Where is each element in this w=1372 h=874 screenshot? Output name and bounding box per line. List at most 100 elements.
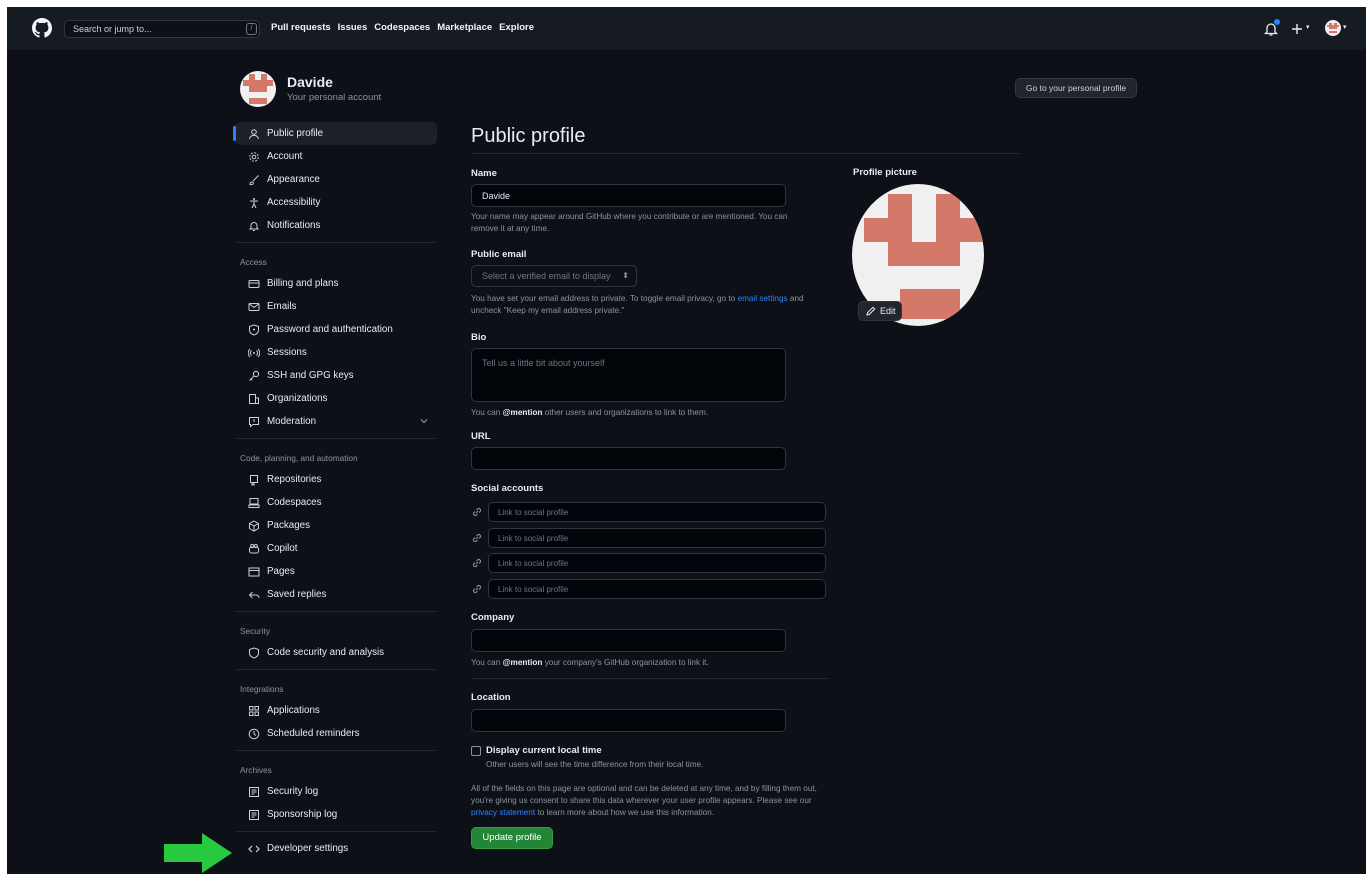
sidebar-item-organizations[interactable]: Organizations <box>235 387 437 410</box>
nav-marketplace[interactable]: Marketplace <box>437 22 492 33</box>
account-subtitle: Your personal account <box>287 92 382 103</box>
codespaces-icon <box>248 497 260 509</box>
social-account-row <box>471 579 826 599</box>
search-input[interactable]: Search or jump to... / <box>64 20 260 38</box>
update-profile-button[interactable]: Update profile <box>471 827 553 849</box>
log-icon <box>248 809 260 821</box>
sidebar-item-saved-replies[interactable]: Saved replies <box>235 583 437 606</box>
sidebar-item-security-log[interactable]: Security log <box>235 780 437 803</box>
sidebar-item-label: Codespaces <box>267 497 322 508</box>
sidebar-item-account[interactable]: Account <box>235 145 437 168</box>
bio-label: Bio <box>471 332 487 343</box>
social-profile-input[interactable] <box>488 553 826 573</box>
name-input[interactable] <box>471 184 786 207</box>
display-local-time-checkbox[interactable] <box>471 746 481 756</box>
sidebar-item-appearance[interactable]: Appearance <box>235 168 437 191</box>
sidebar-item-billing[interactable]: Billing and plans <box>235 272 437 295</box>
sidebar-item-pages[interactable]: Pages <box>235 560 437 583</box>
paintbrush-icon <box>248 174 260 186</box>
sidebar-item-packages[interactable]: Packages <box>235 514 437 537</box>
name-help: Your name may appear around GitHub where… <box>471 212 788 233</box>
social-profile-input[interactable] <box>488 502 826 522</box>
sidebar-item-label: Security log <box>267 786 319 797</box>
sidebar-item-label: SSH and GPG keys <box>267 370 354 381</box>
edit-picture-button[interactable]: Edit <box>858 301 902 321</box>
bio-textarea[interactable] <box>471 348 786 402</box>
sidebar-group-code: Code, planning, and automation <box>240 453 358 463</box>
social-profile-input[interactable] <box>488 579 826 599</box>
privacy-statement-link[interactable]: privacy statement <box>471 808 535 817</box>
sidebar-item-codespaces[interactable]: Codespaces <box>235 491 437 514</box>
sidebar-item-emails[interactable]: Emails <box>235 295 437 318</box>
sidebar-item-sessions[interactable]: Sessions <box>235 341 437 364</box>
search-shortcut-key: / <box>246 23 257 35</box>
sidebar-group-security: Security <box>240 626 270 636</box>
sidebar-item-copilot[interactable]: Copilot <box>235 537 437 560</box>
key-icon <box>248 370 260 382</box>
sidebar-item-label: Repositories <box>267 474 322 485</box>
plus-icon[interactable]: ▾ <box>1291 19 1315 37</box>
chevron-down-icon: ▾ <box>1343 24 1347 31</box>
company-help-mention: @mention <box>502 658 543 667</box>
sidebar-item-moderation[interactable]: Moderation <box>235 410 437 433</box>
notifications-bell-icon[interactable] <box>1263 19 1281 37</box>
user-avatar-icon[interactable]: ▾ <box>1325 19 1351 37</box>
company-help-text: You can <box>471 658 501 667</box>
sidebar-item-scheduled-reminders[interactable]: Scheduled reminders <box>235 722 437 745</box>
nav-explore[interactable]: Explore <box>499 22 534 33</box>
sidebar-item-label: Applications <box>267 705 320 716</box>
global-nav: Pull requests Issues Codespaces Marketpl… <box>271 22 534 33</box>
sidebar-item-label: Password and authentication <box>267 324 393 335</box>
notice-text: All of the fields on this page are optio… <box>471 784 817 805</box>
email-settings-link[interactable]: email settings <box>738 294 788 303</box>
sidebar-item-public-profile[interactable]: Public profile <box>233 122 437 145</box>
sidebar-item-label: Organizations <box>267 393 328 404</box>
nav-pull-requests[interactable]: Pull requests <box>271 22 331 33</box>
nav-codespaces[interactable]: Codespaces <box>374 22 430 33</box>
sidebar-item-label: Packages <box>267 520 311 531</box>
code-icon <box>248 843 260 855</box>
select-arrows-icon: ⬍ <box>622 271 629 280</box>
accessibility-icon <box>248 197 260 209</box>
company-input[interactable] <box>471 629 786 652</box>
sidebar-item-label: Code security and analysis <box>267 647 385 658</box>
public-email-select[interactable]: Select a verified email to display ⬍ <box>471 265 637 287</box>
sidebar-item-ssh-gpg[interactable]: SSH and GPG keys <box>235 364 437 387</box>
page-title: Public profile <box>471 125 586 147</box>
sidebar-item-developer-settings[interactable]: Developer settings <box>235 837 437 860</box>
sidebar-divider <box>235 750 437 751</box>
link-icon <box>473 508 481 516</box>
browser-icon <box>248 566 260 578</box>
organization-icon <box>248 393 260 405</box>
chevron-down-icon[interactable] <box>419 416 429 426</box>
sidebar-item-label: Moderation <box>267 416 317 427</box>
public-email-label: Public email <box>471 249 527 260</box>
sidebar-divider <box>235 438 437 439</box>
sidebar-item-password[interactable]: Password and authentication <box>235 318 437 341</box>
url-input[interactable] <box>471 447 786 470</box>
social-profile-input[interactable] <box>488 528 826 548</box>
mail-icon <box>248 301 260 313</box>
social-accounts-label: Social accounts <box>471 483 544 494</box>
bell-icon <box>248 220 260 232</box>
reply-icon <box>248 589 260 601</box>
notification-dot <box>1274 19 1280 25</box>
location-input[interactable] <box>471 709 786 732</box>
title-divider <box>471 153 1021 154</box>
sidebar-group-integrations: Integrations <box>240 684 284 694</box>
github-logo-icon[interactable] <box>32 18 52 38</box>
social-account-row <box>471 553 826 573</box>
nav-issues[interactable]: Issues <box>338 22 368 33</box>
broadcast-icon <box>248 347 260 359</box>
sidebar-item-applications[interactable]: Applications <box>235 699 437 722</box>
sidebar-item-sponsorship-log[interactable]: Sponsorship log <box>235 803 437 826</box>
sidebar-item-repositories[interactable]: Repositories <box>235 468 437 491</box>
go-to-profile-button[interactable]: Go to your personal profile <box>1015 78 1137 98</box>
sidebar-item-code-security[interactable]: Code security and analysis <box>235 641 437 664</box>
chevron-down-icon: ▾ <box>1306 24 1310 31</box>
account-name: Davide <box>287 74 333 90</box>
sidebar-item-notifications[interactable]: Notifications <box>235 214 437 237</box>
section-divider <box>471 678 830 679</box>
sidebar-item-accessibility[interactable]: Accessibility <box>235 191 437 214</box>
bio-help-mention: @mention <box>502 408 543 417</box>
